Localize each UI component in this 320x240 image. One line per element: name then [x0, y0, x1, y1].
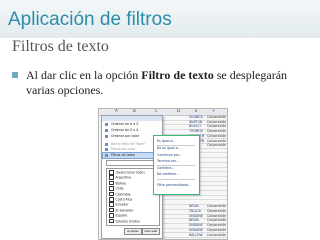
menu-item-label: Filtros de texto	[111, 153, 135, 157]
ok-button[interactable]: Aceptar	[124, 228, 142, 235]
menu-item-icon	[105, 153, 108, 157]
text-filters-submenu: Es igual a... No es igual a... Comienza po…	[153, 135, 200, 195]
filter-value-label: Chile	[115, 186, 124, 191]
filter-values-list: (Seleccionar todo) Argentina Bolivia Chile C…	[106, 168, 160, 226]
filter-value-label: El Salvador	[115, 208, 134, 213]
checkbox-icon[interactable]	[109, 180, 114, 186]
menu-item-icon	[105, 122, 108, 126]
filter-value-item[interactable]: El Salvador	[109, 207, 134, 213]
menu-item-icon	[105, 128, 108, 132]
column-letter: C	[155, 108, 158, 113]
filter-value-item[interactable]: (Seleccionar todo)	[109, 170, 145, 175]
cell-company: Corporación	[207, 232, 227, 237]
checkbox-icon[interactable]	[109, 186, 114, 191]
filter-menu-header	[102, 116, 162, 121]
column-letter: E	[195, 108, 198, 113]
menu-item-label: Filtrar por color	[111, 147, 136, 151]
text-filter-option[interactable]: Termina con...	[157, 159, 197, 164]
slide-subtitle: Filtros de texto	[12, 38, 109, 55]
filter-value-label: Argentina	[115, 175, 132, 180]
column-letter: B	[133, 108, 136, 113]
checkbox-icon[interactable]	[109, 207, 114, 213]
filter-value-item[interactable]: Colombia	[109, 191, 131, 197]
checkbox-icon[interactable]	[109, 175, 114, 180]
filter-value-label: (Seleccionar todo)	[115, 170, 145, 175]
checkbox-icon[interactable]	[109, 170, 114, 175]
text-filter-option[interactable]: Es igual a...	[157, 139, 197, 144]
text-filter-option[interactable]: Filtro personalizado...	[157, 183, 197, 188]
checkbox-icon[interactable]	[109, 197, 114, 202]
text-filter-option[interactable]: Comienza por...	[157, 153, 197, 158]
table-row: BALLOW Corporación	[161, 232, 227, 238]
bullet-text-before: Al dar clic en la opción	[26, 68, 142, 82]
filter-value-item[interactable]: Bolivia	[109, 180, 127, 186]
submenu-separator	[157, 164, 195, 166]
menu-item-icon	[105, 134, 108, 138]
slide-title: Aplicación de filtros	[8, 9, 172, 30]
checkbox-icon[interactable]	[109, 218, 114, 224]
excel-filter-screenshot: ABCDEF SILANCA Corporación ANATUN Corporaci…	[98, 108, 228, 240]
bullet-text-bold: Filtro de texto	[141, 68, 214, 82]
submenu-separator	[157, 178, 195, 180]
filter-value-item[interactable]: Estados Unidos	[109, 218, 140, 224]
filter-value-label: Ecuador	[115, 202, 129, 207]
menu-item-label: Ordenar por color	[111, 134, 140, 138]
checkbox-icon[interactable]	[109, 191, 114, 197]
filter-value-item[interactable]: Chile	[109, 186, 123, 191]
menu-item-label: Ordenar de Z a A	[111, 128, 139, 132]
cell-code: BALLOW	[189, 232, 203, 237]
column-letter: A	[115, 108, 118, 113]
menu-item-icon	[105, 142, 108, 146]
bullet-paragraph: Al dar clic en la opción Filtro de texto…	[12, 68, 312, 98]
submenu-separator	[157, 144, 195, 146]
checkbox-icon[interactable]	[109, 213, 114, 218]
text-filter-option[interactable]: No es igual a...	[157, 146, 197, 151]
filter-value-label: España	[115, 213, 128, 218]
menu-item[interactable]: Ordenar de A a Z	[105, 122, 160, 127]
menu-item[interactable]: Ordenar de Z a A	[105, 128, 160, 133]
checkbox-icon[interactable]	[109, 202, 114, 207]
filter-value-item[interactable]: Ecuador	[109, 202, 129, 207]
menu-item-label: Borrar filtro de "Nom"	[111, 142, 146, 146]
menu-item-label: Ordenar de A a Z	[111, 122, 139, 126]
column-letter: D	[177, 108, 181, 113]
menu-item[interactable]: Filtrar por color	[105, 147, 160, 152]
filter-value-item[interactable]: Argentina	[109, 175, 131, 180]
menu-item[interactable]: Ordenar por color	[105, 134, 160, 139]
filter-value-label: Colombia	[115, 191, 131, 196]
filter-value-item[interactable]: Costa Rica	[109, 197, 132, 202]
filter-value-item[interactable]: España	[109, 213, 127, 218]
column-letter: F	[213, 108, 216, 113]
filter-search-input[interactable]	[106, 160, 160, 166]
filter-value-label: Bolivia	[115, 181, 127, 186]
text-filter-option[interactable]: Contiene...	[157, 166, 197, 171]
cancel-button[interactable]: Cancelar	[142, 228, 160, 235]
bullet-marker-icon	[12, 72, 18, 78]
menu-item-icon	[105, 147, 108, 151]
bullet-text: Al dar clic en la opción Filtro de texto…	[12, 68, 312, 98]
filter-value-label: Costa Rica	[115, 197, 133, 202]
text-filter-option[interactable]: No contiene...	[157, 172, 197, 177]
filter-value-label: Estados Unidos	[115, 218, 140, 223]
